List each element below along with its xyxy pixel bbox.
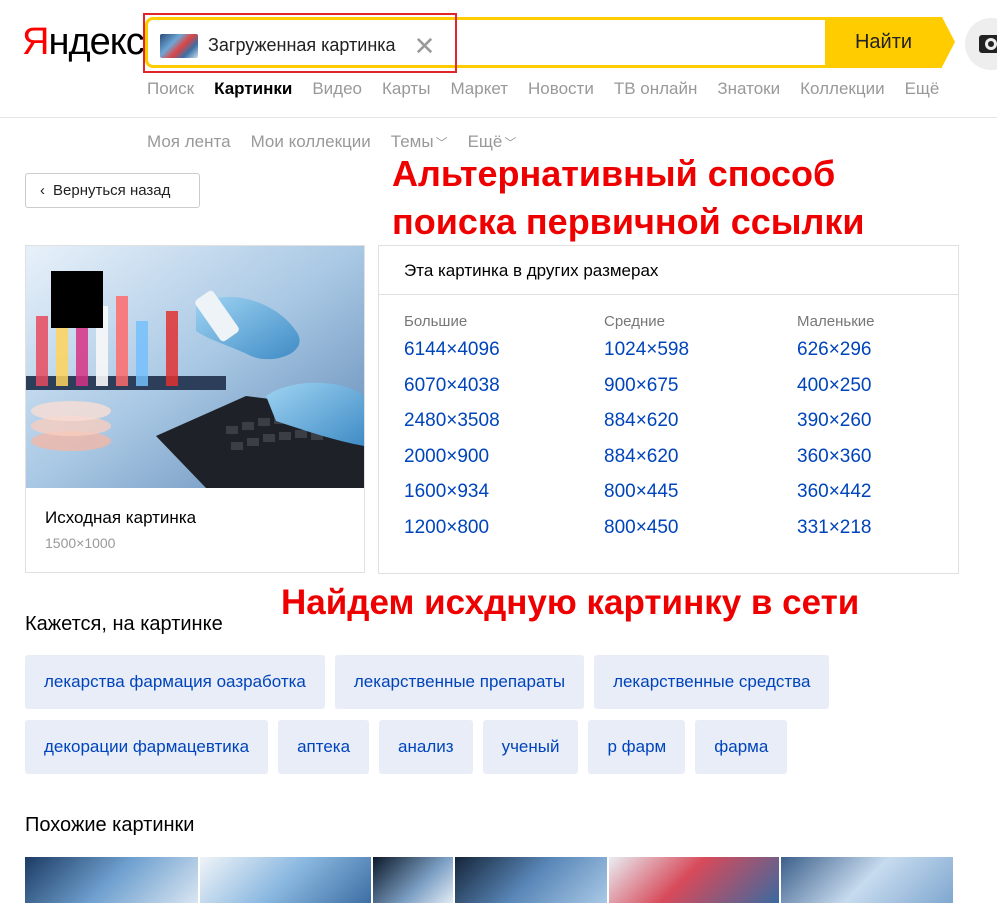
search-button[interactable]: Найти bbox=[825, 17, 955, 68]
nav-item-search[interactable]: Поиск bbox=[147, 79, 194, 99]
chevron-down-icon: ﹀ bbox=[504, 136, 517, 150]
service-nav: Поиск Картинки Видео Карты Маркет Новост… bbox=[147, 79, 939, 99]
nav-item-tv[interactable]: ТВ онлайн bbox=[614, 79, 698, 99]
tag-chip[interactable]: лекарства фармация оазработка bbox=[25, 655, 325, 709]
nav-item-news[interactable]: Новости bbox=[528, 79, 594, 99]
sizes-column-large: Большие 6144×4096 6070×4038 2480×3508 20… bbox=[404, 313, 500, 546]
tags-row: лекарства фармация оазработка лекарствен… bbox=[25, 655, 965, 709]
subnav-themes[interactable]: Темы ﹀ bbox=[391, 132, 448, 152]
similar-image-thumbnail[interactable] bbox=[609, 857, 779, 903]
annotation-highlight-box bbox=[143, 13, 457, 73]
size-link[interactable]: 360×360 bbox=[797, 440, 874, 476]
tags-section-title: Кажется, на картинке bbox=[25, 613, 223, 635]
original-image-size: 1500×1000 bbox=[45, 535, 116, 551]
chevron-left-icon: ‹ bbox=[40, 182, 45, 199]
similar-image-thumbnail[interactable] bbox=[200, 857, 371, 903]
similar-image-thumbnail[interactable] bbox=[455, 857, 607, 903]
tag-chip[interactable]: р фарм bbox=[588, 720, 686, 774]
nav-item-collections[interactable]: Коллекции bbox=[800, 79, 884, 99]
size-link[interactable]: 800×450 bbox=[604, 511, 689, 547]
nav-item-images[interactable]: Картинки bbox=[214, 79, 292, 99]
logo-letter: Я bbox=[22, 21, 49, 63]
annotation-bottom: Найдем исхдную картинку в сети bbox=[281, 583, 860, 622]
subnav-more[interactable]: Ещё ﹀ bbox=[468, 132, 517, 152]
subnav-my-collections[interactable]: Мои коллекции bbox=[251, 132, 371, 152]
sizes-column-medium: Средние 1024×598 900×675 884×620 884×620… bbox=[604, 313, 689, 546]
nav-item-more[interactable]: Ещё bbox=[905, 79, 940, 99]
tag-chip[interactable]: декорации фармацевтика bbox=[25, 720, 269, 774]
similar-images-strip bbox=[25, 857, 953, 903]
subnav-my-feed[interactable]: Моя лента bbox=[147, 132, 231, 152]
size-link[interactable]: 626×296 bbox=[797, 333, 874, 369]
tags-row: декорации фармацевтика аптека анализ уче… bbox=[25, 720, 965, 774]
size-link[interactable]: 360×442 bbox=[797, 475, 874, 511]
tag-chip[interactable]: ученый bbox=[482, 720, 579, 774]
sizes-column-heading: Маленькие bbox=[797, 313, 875, 330]
tag-chip[interactable]: фарма bbox=[695, 720, 788, 774]
nav-item-video[interactable]: Видео bbox=[312, 79, 362, 99]
size-link[interactable]: 1200×800 bbox=[404, 511, 500, 547]
tag-chip[interactable]: лекарственные средства bbox=[594, 655, 830, 709]
tag-chip[interactable]: анализ bbox=[379, 720, 473, 774]
camera-search-button[interactable] bbox=[965, 18, 997, 70]
size-link[interactable]: 2480×3508 bbox=[404, 404, 500, 440]
sizes-column-heading: Большие bbox=[404, 313, 468, 330]
subnav-more-label: Ещё bbox=[467, 132, 503, 151]
tags-list: лекарства фармация оазработка лекарствен… bbox=[25, 655, 965, 785]
size-link[interactable]: 331×218 bbox=[797, 511, 874, 547]
search-form: Загруженная картинка ✕ Найти bbox=[143, 13, 955, 73]
yandex-logo[interactable]: Яндекс bbox=[22, 20, 145, 64]
back-button-label: Вернуться назад bbox=[53, 182, 171, 199]
nav-item-maps[interactable]: Карты bbox=[382, 79, 430, 99]
nav-item-market[interactable]: Маркет bbox=[450, 79, 508, 99]
size-link[interactable]: 6070×4038 bbox=[404, 369, 500, 405]
subnav-themes-label: Темы bbox=[390, 132, 434, 151]
annotation-top: Альтернативный способ поиска первичной с… bbox=[392, 153, 865, 242]
tag-chip[interactable]: лекарственные препараты bbox=[334, 655, 585, 709]
size-link[interactable]: 800×445 bbox=[604, 475, 689, 511]
images-subnav: Моя лента Мои коллекции Темы ﹀ Ещё ﹀ bbox=[147, 132, 516, 152]
size-link[interactable]: 6144×4096 bbox=[404, 333, 500, 369]
nav-item-znatoki[interactable]: Знатоки bbox=[717, 79, 780, 99]
similar-image-thumbnail[interactable] bbox=[781, 857, 953, 903]
size-link[interactable]: 884×620 bbox=[604, 440, 689, 476]
lab-photo-illustration bbox=[26, 246, 364, 488]
chevron-down-icon: ﹀ bbox=[435, 136, 448, 150]
original-image[interactable] bbox=[26, 246, 364, 488]
size-link[interactable]: 1024×598 bbox=[604, 333, 689, 369]
back-button[interactable]: ‹ Вернуться назад bbox=[25, 173, 200, 208]
size-link[interactable]: 390×260 bbox=[797, 404, 874, 440]
similar-section-title: Похожие картинки bbox=[25, 814, 195, 836]
size-link[interactable]: 1600×934 bbox=[404, 475, 500, 511]
sizes-column-small: Маленькие 626×296 400×250 390×260 360×36… bbox=[797, 313, 874, 546]
header-divider bbox=[0, 117, 997, 118]
original-image-title: Исходная картинка bbox=[45, 508, 197, 527]
logo-text: ндекс bbox=[48, 21, 144, 63]
other-sizes-title: Эта картинка в других размерах bbox=[379, 246, 958, 295]
similar-image-thumbnail[interactable] bbox=[373, 857, 453, 903]
tag-chip[interactable]: аптека bbox=[278, 720, 370, 774]
sizes-column-heading: Средние bbox=[604, 313, 665, 330]
size-link[interactable]: 900×675 bbox=[604, 369, 689, 405]
size-link[interactable]: 2000×900 bbox=[404, 440, 500, 476]
similar-image-thumbnail[interactable] bbox=[25, 857, 198, 903]
camera-icon bbox=[979, 35, 997, 53]
original-image-card[interactable]: Исходная картинка 1500×1000 bbox=[25, 245, 365, 573]
size-link[interactable]: 400×250 bbox=[797, 369, 874, 405]
size-link[interactable]: 884×620 bbox=[604, 404, 689, 440]
other-sizes-panel: Эта картинка в других размерах Большие 6… bbox=[378, 245, 959, 574]
